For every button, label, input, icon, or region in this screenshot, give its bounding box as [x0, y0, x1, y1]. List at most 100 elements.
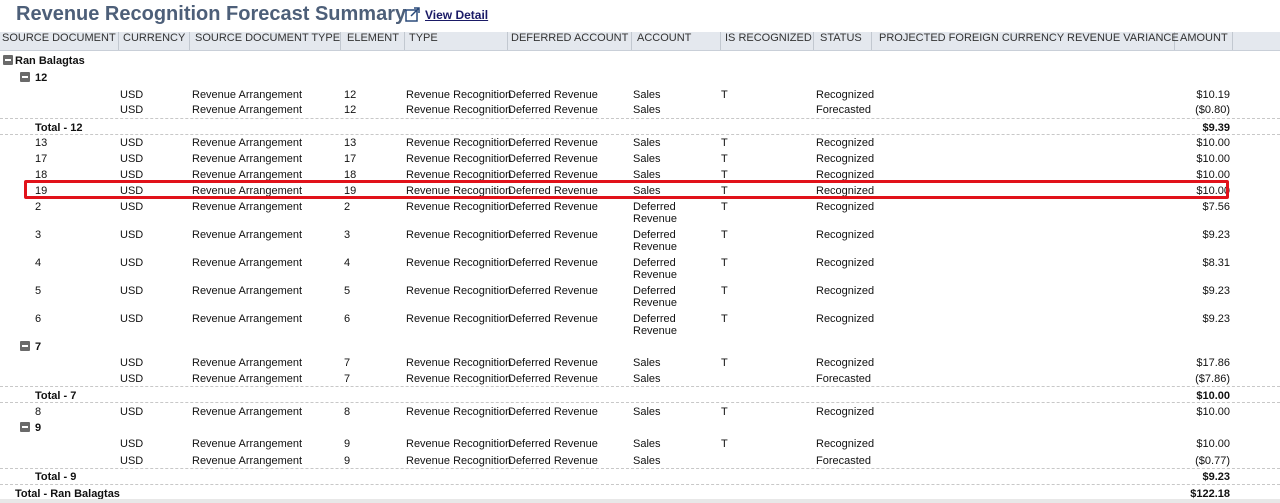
page-title: Revenue Recognition Forecast Summary [16, 3, 407, 25]
group-label: Ran Balagtas [15, 55, 85, 67]
cell-amount: $10.19 [1196, 89, 1230, 101]
cell-source-document-type: Revenue Arrangement [192, 89, 303, 101]
cell-currency: USD [120, 285, 144, 297]
col-amount[interactable]: AMOUNT [1180, 32, 1233, 50]
cell-amount: $10.00 [1196, 153, 1230, 165]
col-account[interactable]: ACCOUNT [637, 32, 721, 50]
col-element[interactable]: ELEMENT [347, 32, 405, 50]
cell-amount: $10.00 [1196, 137, 1230, 149]
cell-deferred-account: Deferred Revenue [508, 313, 598, 325]
cell-type: Revenue Recognition [406, 89, 512, 101]
cell-deferred-account: Deferred Revenue [508, 257, 598, 269]
cell-amount: $10.00 [1196, 406, 1230, 418]
cell-currency: USD [120, 201, 144, 213]
cell-type: Revenue Recognition [406, 438, 512, 450]
cell-source-document[interactable]: 13 [35, 137, 47, 149]
cell-amount: $17.86 [1196, 357, 1230, 369]
cell-element: 12 [344, 104, 357, 116]
cell-type: Revenue Recognition [406, 455, 512, 467]
col-deferred-account[interactable]: DEFERRED ACCOUNT [511, 32, 632, 50]
col-projected-variance[interactable]: PROJECTED FOREIGN CURRENCY REVENUE VARIA… [879, 32, 1179, 50]
cell-account: Sales [633, 137, 661, 149]
cell-amount: ($0.77) [1195, 455, 1230, 467]
cell-source-document[interactable]: 4 [35, 257, 41, 269]
collapse-minus-icon[interactable] [3, 55, 13, 65]
cell-type: Revenue Recognition [406, 373, 512, 385]
cell-status: Recognized [816, 285, 875, 297]
cell-deferred-account: Deferred Revenue [508, 229, 598, 241]
cell-currency: USD [120, 313, 144, 325]
cell-source-document-type: Revenue Arrangement [192, 313, 303, 325]
cell-is-recognized: T [721, 438, 728, 450]
cell-account: Sales [633, 357, 661, 369]
cell-source-document-type: Revenue Arrangement [192, 201, 303, 213]
cell-type: Revenue Recognition [406, 153, 512, 165]
cell-status: Recognized [816, 153, 875, 165]
col-type[interactable]: TYPE [409, 32, 508, 50]
collapse-minus-icon[interactable] [20, 341, 30, 351]
cell-source-document-type: Revenue Arrangement [192, 257, 303, 269]
cell-is-recognized: T [721, 137, 728, 149]
cell-is-recognized: T [721, 229, 728, 241]
cell-status: Recognized [816, 406, 875, 418]
cell-currency: USD [120, 357, 144, 369]
cell-account: Sales [633, 89, 661, 101]
cell-account: Deferred Revenue [633, 201, 678, 225]
subgroup-label: 9 [35, 422, 42, 434]
cell-is-recognized: T [721, 201, 728, 213]
divider [0, 468, 1280, 469]
cell-source-document-type: Revenue Arrangement [192, 438, 303, 450]
cell-source-document-type: Revenue Arrangement [192, 455, 303, 467]
collapse-minus-icon[interactable] [20, 422, 30, 432]
col-is-recognized[interactable]: IS RECOGNIZED [725, 32, 814, 50]
col-currency[interactable]: CURRENCY [123, 32, 190, 50]
collapse-minus-icon[interactable] [20, 72, 30, 82]
cell-type: Revenue Recognition [406, 313, 512, 325]
cell-source-document[interactable]: 2 [35, 201, 41, 213]
cell-source-document[interactable]: 17 [35, 153, 47, 165]
cell-deferred-account: Deferred Revenue [508, 357, 598, 369]
col-source-document[interactable]: SOURCE DOCUMENT [2, 32, 119, 50]
cell-account: Deferred Revenue [633, 229, 678, 253]
cell-amount: $9.23 [1202, 313, 1230, 325]
subtotal-amount: $9.23 [1202, 471, 1230, 483]
cell-status: Recognized [816, 89, 875, 101]
cell-is-recognized: T [721, 257, 728, 269]
subtotal-label: Total - 7 [35, 390, 77, 402]
cell-currency: USD [120, 104, 144, 116]
cell-element: 2 [344, 201, 351, 213]
cell-status: Recognized [816, 201, 875, 213]
cell-source-document[interactable]: 3 [35, 229, 41, 241]
cell-element: 13 [344, 137, 357, 149]
cell-account: Sales [633, 438, 661, 450]
cell-deferred-account: Deferred Revenue [508, 285, 598, 297]
cell-source-document-type: Revenue Arrangement [192, 153, 303, 165]
cell-type: Revenue Recognition [406, 137, 512, 149]
view-detail-link[interactable]: View Detail [405, 7, 488, 23]
cell-source-document[interactable]: 5 [35, 285, 41, 297]
cell-source-document-type: Revenue Arrangement [192, 285, 303, 297]
cell-source-document[interactable]: 8 [35, 406, 41, 418]
cell-status: Forecasted [816, 455, 872, 467]
col-status[interactable]: STATUS [820, 32, 872, 50]
divider [0, 484, 1280, 485]
cell-element: 9 [344, 438, 351, 450]
cell-amount: ($7.86) [1195, 373, 1230, 385]
horizontal-scrollbar[interactable] [0, 499, 1280, 503]
cell-element: 6 [344, 313, 351, 325]
highlight-box [24, 180, 1229, 199]
cell-source-document[interactable]: 6 [35, 313, 41, 325]
cell-type: Revenue Recognition [406, 257, 512, 269]
cell-element: 12 [344, 89, 357, 101]
cell-deferred-account: Deferred Revenue [508, 137, 598, 149]
subtotal-label: Total - 12 [35, 122, 83, 134]
cell-deferred-account: Deferred Revenue [508, 438, 598, 450]
cell-type: Revenue Recognition [406, 229, 512, 241]
col-source-document-type[interactable]: SOURCE DOCUMENT TYPE [195, 32, 341, 50]
title-bar: Revenue Recognition Forecast Summary Vie… [0, 0, 1280, 32]
cell-currency: USD [120, 89, 144, 101]
subtotal-amount: $9.39 [1202, 122, 1230, 134]
view-detail-label[interactable]: View Detail [425, 8, 488, 22]
report-link-icon[interactable] [405, 7, 421, 23]
subtotal-amount: $10.00 [1196, 390, 1230, 402]
